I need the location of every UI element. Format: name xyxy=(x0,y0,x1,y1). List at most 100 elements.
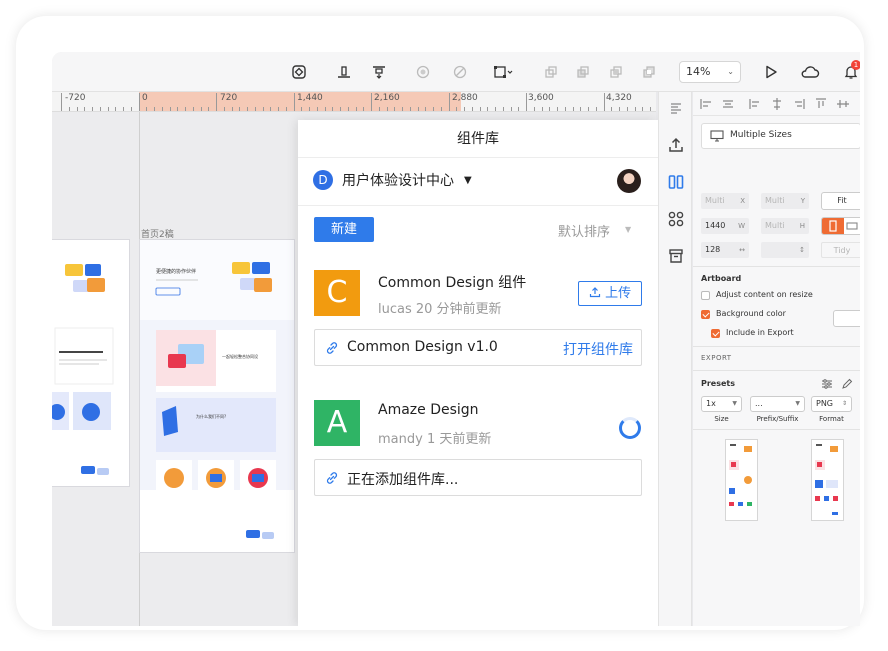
preset-size-box[interactable]: Multiple Sizes xyxy=(701,123,860,149)
transform-icon[interactable] xyxy=(489,61,519,83)
ruler-label: 2,160 xyxy=(374,93,400,103)
edit-path-icon[interactable] xyxy=(449,61,471,83)
sliders-icon[interactable] xyxy=(821,378,833,390)
fit-button[interactable]: Fit xyxy=(821,192,860,210)
library-name[interactable]: Common Design 组件 xyxy=(378,272,526,292)
ruler-tick xyxy=(355,107,357,111)
union-icon[interactable] xyxy=(540,61,562,83)
library-link-row[interactable]: Common Design v1.0 打开组件库 xyxy=(314,329,642,366)
user-avatar[interactable] xyxy=(617,169,641,193)
ruler-tick xyxy=(177,107,179,111)
preset-label: Multiple Sizes xyxy=(730,130,792,140)
ruler-tick xyxy=(347,107,349,111)
component-icon[interactable] xyxy=(288,61,310,83)
difference-icon[interactable] xyxy=(638,61,660,83)
format-select[interactable]: PNG ⇕ xyxy=(811,396,852,412)
ruler-label: 3,600 xyxy=(528,93,554,103)
spacing-field[interactable]: ↕ xyxy=(761,242,809,258)
ruler-tick xyxy=(363,107,365,111)
play-icon[interactable] xyxy=(760,61,782,83)
ruler-tick xyxy=(324,107,326,111)
align-horizontal-left-icon[interactable] xyxy=(748,97,762,111)
preview-illustration xyxy=(729,444,752,506)
library-link-row[interactable]: 正在添加组件库... xyxy=(314,459,642,496)
panel-icon-rail xyxy=(658,92,692,626)
archive-icon[interactable] xyxy=(665,245,687,267)
ruler-tick xyxy=(541,107,543,111)
size-caption: Size xyxy=(714,415,729,423)
stepper-icon: ⇕ xyxy=(841,400,847,407)
subtract-icon[interactable] xyxy=(572,61,594,83)
ruler-tick xyxy=(130,107,132,111)
link-text: Common Design v1.0 xyxy=(347,339,498,355)
pencil-icon[interactable] xyxy=(841,378,853,390)
align-horizontal-center-icon[interactable] xyxy=(770,97,784,111)
zoom-select[interactable]: 14% ⌄ xyxy=(679,61,741,83)
format-value: PNG xyxy=(816,399,834,408)
height-field[interactable]: Multi H xyxy=(761,218,809,234)
ruler-label: 0 xyxy=(142,93,148,103)
align-center-icon[interactable] xyxy=(721,97,735,111)
artboard-section-title: Artboard xyxy=(701,274,742,283)
link-icon xyxy=(326,472,338,484)
background-color-swatch[interactable] xyxy=(833,310,860,327)
intersect-icon[interactable] xyxy=(605,61,627,83)
chevron-down-icon: ▼ xyxy=(732,400,737,407)
ruler-label: 2,880 xyxy=(452,93,478,103)
divider xyxy=(298,205,658,206)
horizontal-ruler[interactable]: -720 0 720 1,440 2,160 2,880 3,600 4,320 xyxy=(52,92,656,112)
library-icon[interactable] xyxy=(665,171,687,193)
ruler-tick xyxy=(254,107,256,111)
ruler-tick xyxy=(417,107,419,111)
ruler-tick xyxy=(231,107,233,111)
align-vertical-top-icon[interactable] xyxy=(814,97,828,111)
sort-dropdown[interactable]: 默认排序 xyxy=(558,221,610,240)
library-name[interactable]: Amaze Design xyxy=(378,402,479,418)
align-top-icon[interactable] xyxy=(333,61,355,83)
ruler-tick xyxy=(270,107,272,111)
y-field[interactable]: Multi Y xyxy=(761,193,809,209)
landscape-icon[interactable] xyxy=(844,218,860,234)
export-preview-thumbnail[interactable] xyxy=(811,439,844,521)
mask-icon[interactable] xyxy=(412,61,434,83)
align-left-edge-icon[interactable] xyxy=(699,97,713,111)
rotation-field[interactable]: 128 ↔ xyxy=(701,242,749,258)
ruler-tick xyxy=(557,107,558,111)
upload-button[interactable]: 上传 xyxy=(578,281,642,306)
width-field[interactable]: 1440 W xyxy=(701,218,749,234)
artboard-left[interactable] xyxy=(52,239,130,487)
align-horizontal-right-icon[interactable] xyxy=(792,97,806,111)
ruler-tick xyxy=(285,107,287,111)
ruler-tick xyxy=(239,107,241,111)
ruler-tick xyxy=(386,107,388,111)
library-thumbnail[interactable]: C xyxy=(314,270,360,316)
ruler-tick xyxy=(123,107,124,111)
portrait-option[interactable] xyxy=(822,218,844,234)
top-toolbar: 14% ⌄ 1 xyxy=(52,52,860,92)
export-preview-thumbnail[interactable] xyxy=(725,439,758,521)
height-suffix: H xyxy=(799,222,805,230)
orientation-toggle[interactable] xyxy=(821,217,860,235)
align-vertical-middle-icon[interactable] xyxy=(836,97,850,111)
background-color-checkbox[interactable] xyxy=(701,310,710,319)
x-field[interactable]: Multi X xyxy=(701,193,749,209)
align-left-icon[interactable] xyxy=(665,97,687,119)
upload-icon[interactable] xyxy=(665,134,687,156)
artboard-main[interactable]: 更便捷的协作伙伴 一起轻松整合协同设 为什么我们不同? xyxy=(139,239,295,553)
adjust-content-checkbox[interactable] xyxy=(701,291,710,300)
open-library-link[interactable]: 打开组件库 xyxy=(563,339,633,359)
cloud-icon[interactable] xyxy=(797,61,823,83)
include-export-checkbox[interactable] xyxy=(711,329,720,338)
team-selector[interactable]: D 用户体验设计中心 ▼ xyxy=(313,169,472,191)
prefix-select[interactable]: ... ▼ xyxy=(750,396,805,412)
library-thumbnail[interactable]: A xyxy=(314,400,360,446)
components-grid-icon[interactable] xyxy=(665,208,687,230)
inspector-panel: Multiple Sizes Multi X Multi Y Fit 1440 W M… xyxy=(693,92,860,626)
scale-select[interactable]: 1x ▼ xyxy=(701,396,742,412)
ruler-tick xyxy=(301,107,303,111)
prefix-value: ... xyxy=(755,399,763,408)
align-bottom-icon[interactable] xyxy=(368,61,390,83)
tidy-button[interactable]: Tidy xyxy=(821,242,860,258)
ruler-tick xyxy=(378,107,380,111)
new-library-button[interactable]: 新建 xyxy=(314,217,374,242)
